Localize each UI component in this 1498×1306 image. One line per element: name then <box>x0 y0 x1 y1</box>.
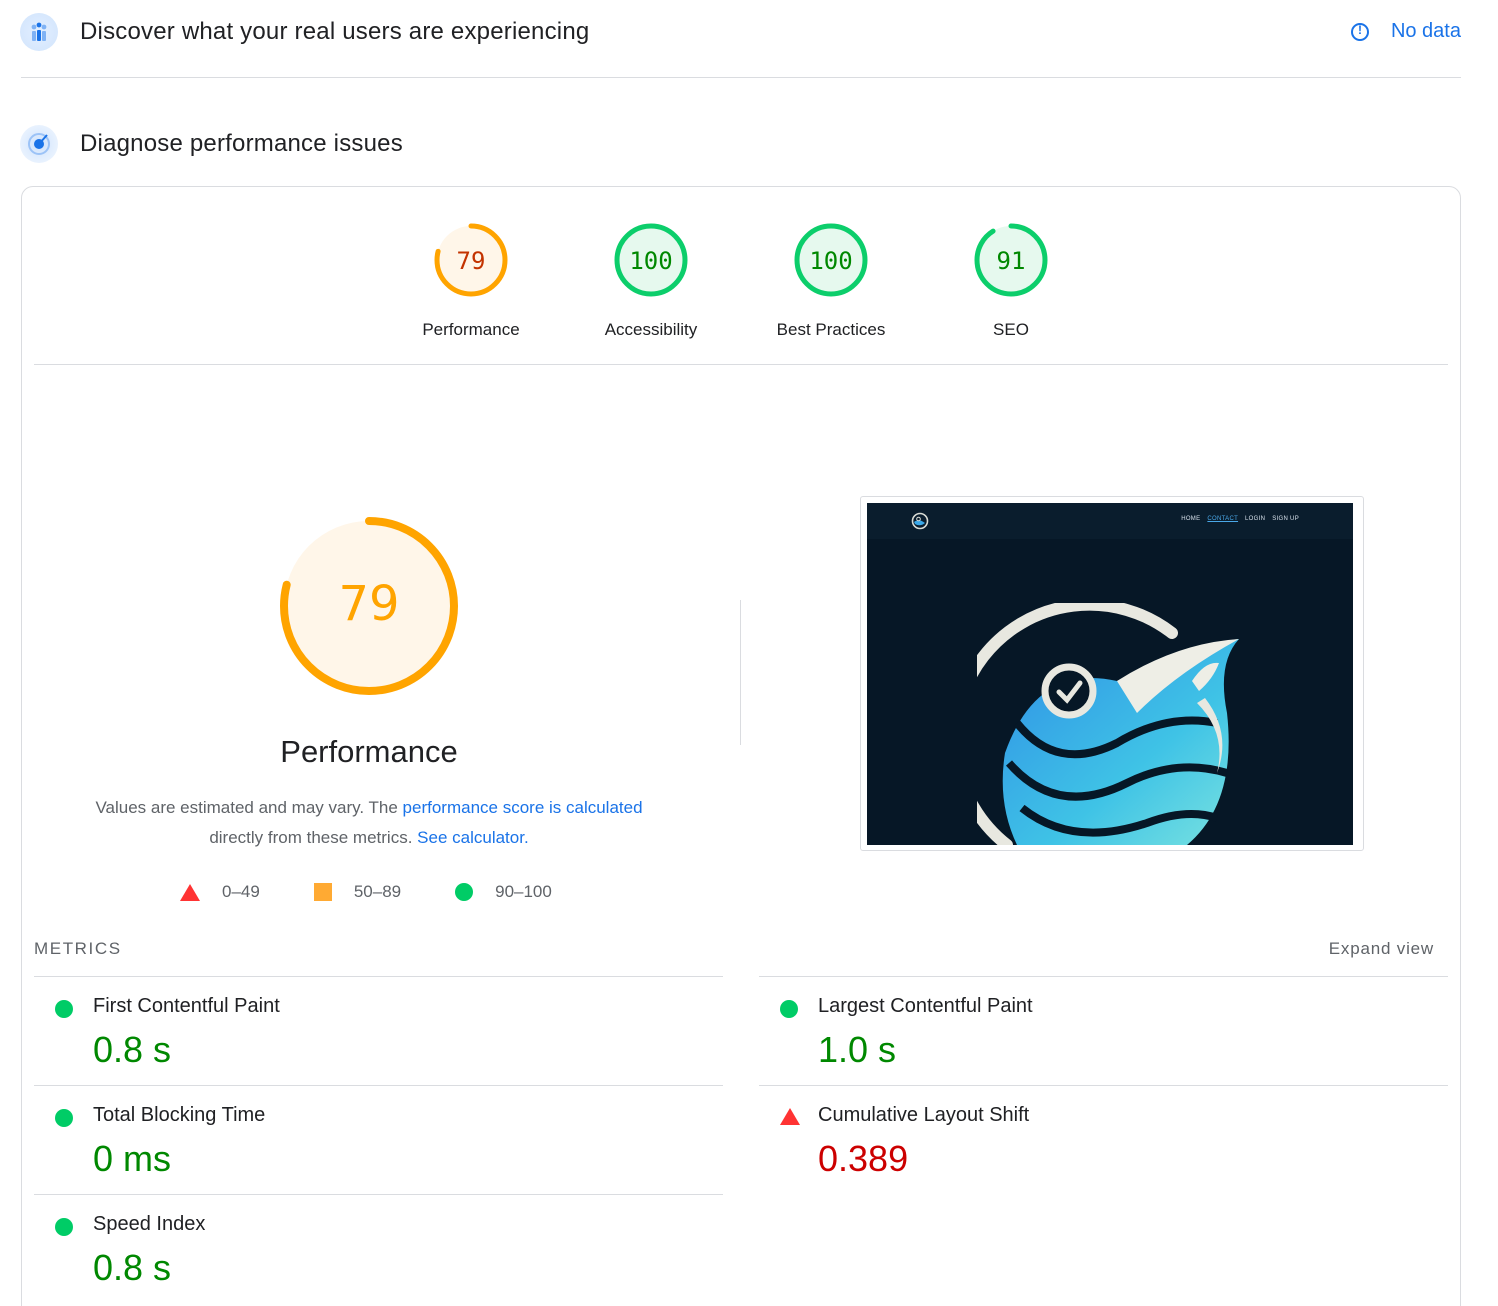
gauge-ring: 79 <box>434 223 508 297</box>
gauge-ring: 91 <box>974 223 1048 297</box>
crux-section-header: Discover what your real users are experi… <box>20 12 1461 52</box>
desc-text: directly from these metrics. <box>209 828 418 847</box>
metric-value: 0.389 <box>818 1138 909 1179</box>
crux-title: Discover what your real users are experi… <box>80 18 590 45</box>
metric-cls: Cumulative Layout Shift 0.389 <box>759 1085 1448 1194</box>
gauge-ring: 100 <box>794 223 868 297</box>
screenshot-navbar: HOME CONTACT LOGIN SIGN UP <box>867 503 1353 539</box>
nav-link: LOGIN <box>1245 516 1266 522</box>
diagnose-section-header: Diagnose performance issues <box>20 124 1461 164</box>
gauge-best-practices[interactable]: 100 Best Practices <box>741 222 921 340</box>
performance-gauge-large: 79 <box>280 517 458 695</box>
gauge-ring: 100 <box>614 223 688 297</box>
vertical-divider <box>740 600 741 745</box>
score-legend: 0–49 50–89 90–100 <box>180 880 606 904</box>
pass-circle-icon <box>55 1000 73 1018</box>
metric-fcp: First Contentful Paint 0.8 s <box>34 976 723 1085</box>
triangle-icon <box>180 883 200 901</box>
gauge-label: Best Practices <box>776 320 886 339</box>
gauge-performance[interactable]: 79 Performance <box>381 222 561 340</box>
performance-title: Performance <box>280 734 458 769</box>
score-calculated-link[interactable]: performance score is calculated <box>403 798 643 817</box>
info-icon <box>1350 22 1369 41</box>
gauge-label: Performance <box>422 320 520 339</box>
performance-score-large: 79 <box>338 576 399 632</box>
metric-label: Largest Contentful Paint <box>818 995 1033 1017</box>
lab-data-icon <box>20 125 58 163</box>
nav-link: CONTACT <box>1207 516 1239 522</box>
metric-tbt: Total Blocking Time 0 ms <box>34 1085 723 1194</box>
desc-text: Values are estimated and may vary. The <box>95 798 403 817</box>
performance-description: Values are estimated and may vary. The p… <box>60 793 678 853</box>
legend-range: 90–100 <box>495 882 552 901</box>
square-icon <box>313 883 332 901</box>
nav-link: HOME <box>1181 516 1201 522</box>
diagnose-title: Diagnose performance issues <box>80 130 403 157</box>
hero-logo-icon <box>977 603 1239 845</box>
metric-label: Cumulative Layout Shift <box>818 1104 1030 1126</box>
circle-icon <box>455 883 474 901</box>
screenshot-nav-links: HOME CONTACT LOGIN SIGN UP <box>1174 516 1299 522</box>
pass-circle-icon <box>55 1109 73 1127</box>
metric-value: 0.8 s <box>93 1247 172 1288</box>
metric-label: Total Blocking Time <box>93 1104 266 1126</box>
final-screenshot[interactable]: HOME CONTACT LOGIN SIGN UP <box>860 496 1364 851</box>
pass-circle-icon <box>55 1218 73 1236</box>
metric-value: 0 ms <box>93 1138 172 1179</box>
nav-link: SIGN UP <box>1272 516 1299 522</box>
no-data-label[interactable]: No data <box>1391 20 1461 43</box>
metrics-heading: METRICS <box>34 939 122 958</box>
legend-range: 0–49 <box>222 882 260 901</box>
expand-view-toggle[interactable]: Expand view <box>1329 939 1434 959</box>
gauge-score: 79 <box>457 247 486 275</box>
metric-lcp: Largest Contentful Paint 1.0 s <box>759 976 1448 1085</box>
gauge-seo[interactable]: 91 SEO <box>921 222 1101 340</box>
see-calculator-link[interactable]: See calculator. <box>417 828 529 847</box>
gauge-score: 100 <box>809 247 852 275</box>
metric-value: 1.0 s <box>818 1029 897 1070</box>
fail-triangle-icon <box>780 1108 800 1125</box>
screenshot-image: HOME CONTACT LOGIN SIGN UP <box>867 503 1353 845</box>
no-data-link[interactable]: No data <box>1350 20 1461 43</box>
legend-average: 50–89 <box>313 882 402 902</box>
field-data-icon <box>20 13 58 51</box>
metric-label: Speed Index <box>93 1213 206 1235</box>
legend-fail: 0–49 <box>180 882 260 902</box>
gauge-label: SEO <box>993 320 1029 339</box>
divider <box>21 77 1461 78</box>
category-gauges: 79 Performance 100 Accessibility 100 Bes… <box>0 222 1498 342</box>
site-logo-icon <box>911 512 929 530</box>
metric-speed-index: Speed Index 0.8 s <box>34 1194 723 1303</box>
gauge-label: Accessibility <box>604 320 698 339</box>
metric-label: First Contentful Paint <box>93 995 280 1017</box>
divider <box>34 364 1448 365</box>
gauge-accessibility[interactable]: 100 Accessibility <box>561 222 741 340</box>
pass-circle-icon <box>780 1000 798 1018</box>
gauge-score: 100 <box>629 247 672 275</box>
gauge-score: 91 <box>997 247 1026 275</box>
metric-value: 0.8 s <box>93 1029 172 1070</box>
legend-range: 50–89 <box>353 882 402 901</box>
legend-pass: 90–100 <box>455 882 552 902</box>
